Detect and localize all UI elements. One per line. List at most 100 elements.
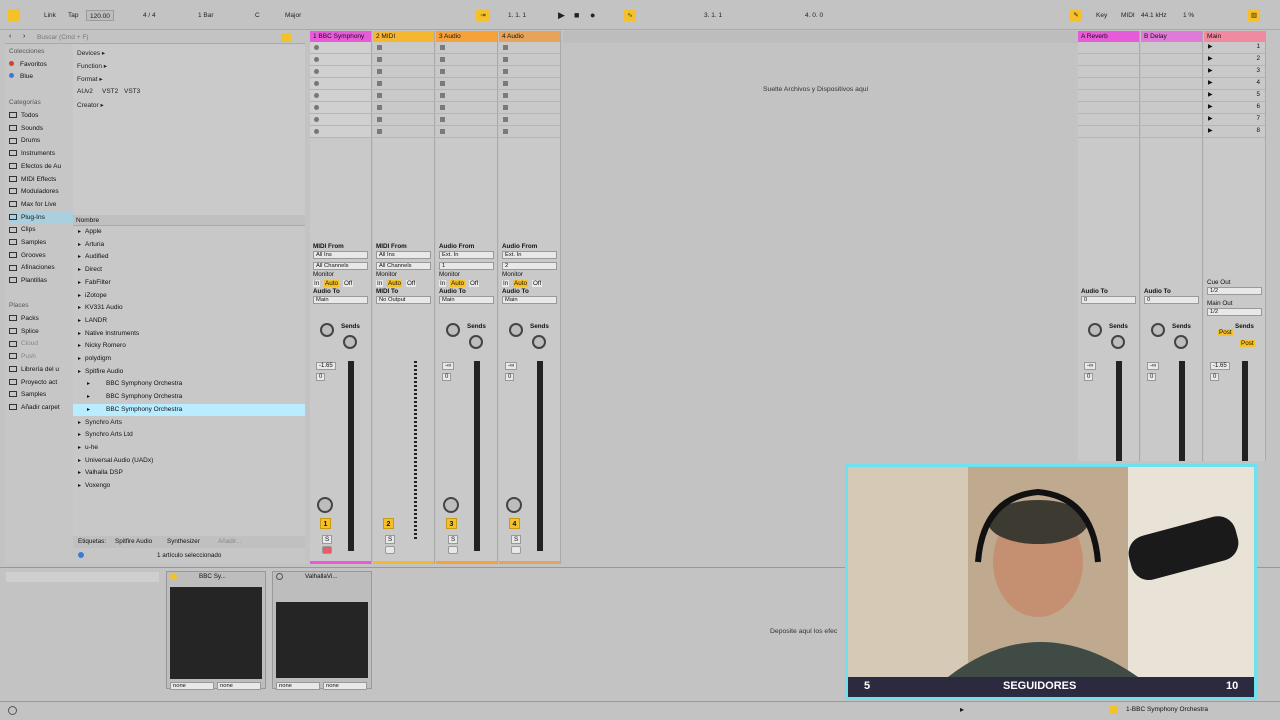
arm-button[interactable]: [448, 546, 458, 554]
tree-item[interactable]: ▸ KV331 Audio: [73, 302, 305, 314]
place-item[interactable]: Push: [9, 351, 73, 362]
sidebar-item-samples[interactable]: Samples: [9, 237, 73, 248]
expand-arrow-icon[interactable]: ▸: [78, 417, 81, 429]
clip-stop-icon[interactable]: [503, 105, 508, 110]
clip-stop-icon[interactable]: [314, 117, 319, 122]
expand-arrow-icon[interactable]: ▸: [87, 391, 90, 403]
track-header[interactable]: 1 BBC Symphony: [310, 31, 371, 42]
tag-add[interactable]: Añadir...: [218, 538, 241, 545]
sidebar-item-todos[interactable]: Todos: [9, 110, 73, 121]
clip-slot[interactable]: [499, 78, 560, 90]
expand-arrow-icon[interactable]: ▸: [78, 264, 81, 276]
sidebar-item-plug-ins[interactable]: Plug-Ins: [9, 211, 73, 223]
clip-slot[interactable]: [310, 90, 371, 102]
expand-arrow-icon[interactable]: ▸: [78, 239, 81, 251]
pan-field[interactable]: 0: [316, 373, 326, 381]
solo-button[interactable]: S: [322, 535, 333, 544]
send-a-knob[interactable]: [509, 323, 523, 337]
input-channel-select[interactable]: All Channels: [376, 262, 431, 270]
monitor-auto[interactable]: Auto: [324, 280, 339, 287]
clip-slot[interactable]: [310, 126, 371, 138]
main-out-select[interactable]: 1/2: [1207, 308, 1262, 316]
macro-select-a[interactable]: none: [170, 682, 214, 690]
clip-slot[interactable]: [436, 102, 497, 114]
pan-knob[interactable]: [443, 497, 459, 513]
device-ui-panel[interactable]: [170, 587, 262, 679]
clip-stop-icon[interactable]: [314, 81, 319, 86]
scene-play-icon[interactable]: ▶: [1208, 127, 1213, 134]
clip-slot[interactable]: [373, 126, 434, 138]
clip-stop-icon[interactable]: [314, 129, 319, 134]
tree-item[interactable]: ▸ Direct: [73, 264, 305, 276]
scene-play-icon[interactable]: ▶: [1208, 43, 1213, 50]
collection-item[interactable]: Favoritos: [9, 59, 73, 70]
macro-select-b[interactable]: none: [323, 682, 367, 690]
tag-synthesizer[interactable]: Synthesizer: [167, 538, 200, 545]
macro-select-b[interactable]: none: [217, 682, 261, 690]
monitor-off[interactable]: Off: [532, 280, 543, 287]
expand-arrow-icon[interactable]: ▸: [78, 226, 81, 238]
clip-stop-icon[interactable]: [314, 69, 319, 74]
send-a-knob[interactable]: [320, 323, 334, 337]
clip-stop-icon[interactable]: [440, 117, 445, 122]
sidebar-item-instruments[interactable]: Instruments: [9, 148, 73, 159]
clip-stop-icon[interactable]: [440, 57, 445, 62]
track-activator[interactable]: 2: [383, 518, 394, 529]
expand-arrow-icon[interactable]: ▸: [78, 340, 81, 352]
volume-field[interactable]: -∞: [1084, 362, 1097, 370]
post-button[interactable]: Post: [1218, 329, 1233, 336]
clip-slot[interactable]: [499, 114, 560, 126]
tree-item[interactable]: ▸ BBC Symphony Orchestra: [73, 378, 305, 390]
tree-item[interactable]: ▸ FabFilter: [73, 277, 305, 289]
tree-item[interactable]: ▸ polydigm: [73, 353, 305, 365]
scene-launch[interactable]: ▶ 3: [1204, 66, 1265, 78]
tree-item[interactable]: ▸ BBC Symphony Orchestra: [73, 403, 305, 416]
send-a-knob[interactable]: [446, 323, 460, 337]
clip-stop-icon[interactable]: [377, 105, 382, 110]
clip-slot[interactable]: [373, 42, 434, 54]
loop-start[interactable]: 3. 1. 1: [704, 10, 722, 21]
pan-field[interactable]: 0: [505, 373, 515, 381]
clip-stop-icon[interactable]: [377, 57, 382, 62]
monitor-in[interactable]: In: [439, 280, 447, 287]
clip-stop-icon[interactable]: [377, 129, 382, 134]
scene-play-icon[interactable]: ▶: [1208, 67, 1213, 74]
output-select[interactable]: Main: [313, 296, 368, 304]
filter-format[interactable]: Format ▸: [77, 75, 103, 83]
clip-slot[interactable]: [373, 54, 434, 66]
monitor-off[interactable]: Off: [469, 280, 480, 287]
pan-field[interactable]: 0: [442, 373, 452, 381]
clip-slot[interactable]: [436, 54, 497, 66]
clip-slot[interactable]: [310, 78, 371, 90]
clip-slot[interactable]: [373, 78, 434, 90]
clip-stop-icon[interactable]: [440, 93, 445, 98]
clip-slot[interactable]: [373, 114, 434, 126]
input-source-select[interactable]: Ext. In: [502, 251, 557, 259]
place-item[interactable]: Cloud: [9, 338, 73, 349]
monitor-auto[interactable]: Auto: [387, 280, 402, 287]
clip-slot[interactable]: [310, 54, 371, 66]
expand-arrow-icon[interactable]: ▸: [87, 404, 90, 416]
menu-icon[interactable]: [8, 9, 20, 21]
play-icon[interactable]: ▶: [558, 10, 565, 21]
sidebar-item-midi-effects[interactable]: MIDI Effects: [9, 174, 73, 185]
view-toggle-icon[interactable]: ▥: [1248, 10, 1260, 21]
place-item[interactable]: Proyecto act: [9, 377, 73, 388]
place-item[interactable]: Packs: [9, 313, 73, 324]
clip-slot[interactable]: [499, 54, 560, 66]
clip-stop-icon[interactable]: [440, 105, 445, 110]
input-source-select[interactable]: All Ins: [313, 251, 368, 259]
expand-arrow-icon[interactable]: ▸: [78, 467, 81, 479]
clip-slot[interactable]: [436, 114, 497, 126]
clip-stop-icon[interactable]: [503, 93, 508, 98]
tree-item[interactable]: ▸ Valhalla DSP: [73, 467, 305, 479]
input-source-select[interactable]: Ext. In: [439, 251, 494, 259]
scene-play-icon[interactable]: ▶: [1208, 103, 1213, 110]
tree-item[interactable]: ▸ Spitfire Audio: [73, 366, 305, 378]
expand-arrow-icon[interactable]: ▸: [78, 429, 81, 441]
place-item[interactable]: Añadir carpet: [9, 402, 73, 413]
tag-spitfire[interactable]: Spitfire Audio: [115, 538, 152, 545]
tree-item[interactable]: ▸ LANDR: [73, 315, 305, 327]
clip-slot[interactable]: [310, 102, 371, 114]
send-b-knob[interactable]: [1174, 335, 1188, 349]
